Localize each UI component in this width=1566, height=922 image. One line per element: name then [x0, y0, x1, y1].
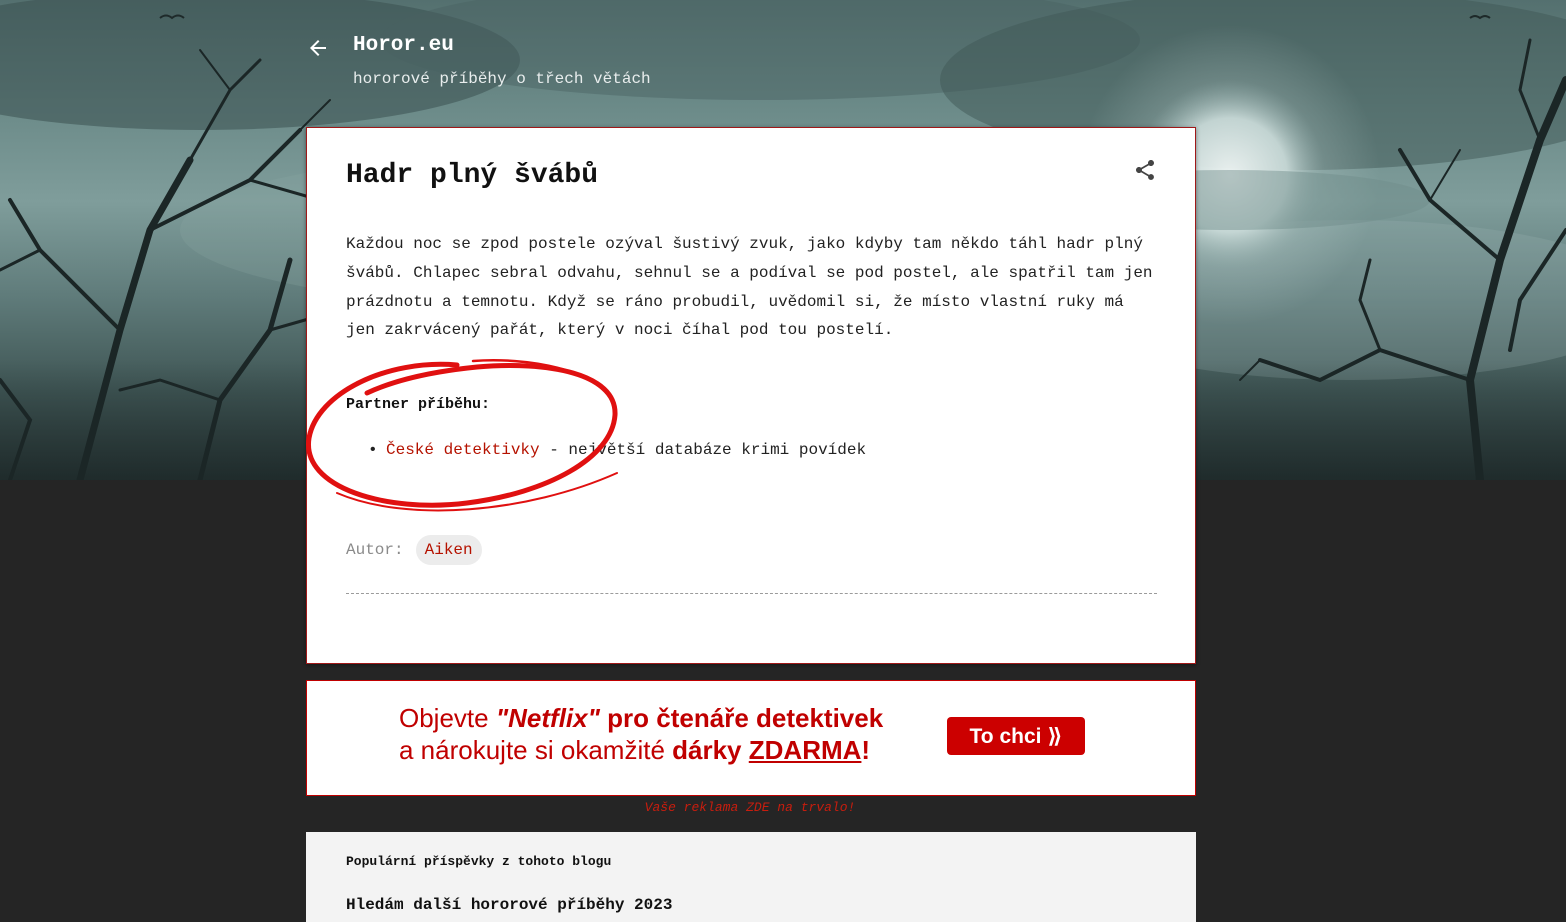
blog-subtitle: hororové příběhy o třech větách [353, 70, 651, 88]
popular-posts-section: Populární příspěvky z tohoto blogu Hledá… [306, 832, 1196, 922]
ad-line-2: a nárokujte si okamžité dárky ZDARMA! [399, 735, 870, 766]
partner-list-item: • České detektivky - největší databáze kr… [346, 441, 866, 459]
ad-line2-exclaim: ! [861, 735, 871, 765]
partner-description: - největší databáze krimi povídek [539, 441, 867, 459]
author-row: Autor: Aiken [346, 535, 482, 565]
ad-line2-part-a: a nárokujte si okamžité [399, 735, 673, 765]
post-divider [346, 593, 1157, 594]
ad-cta-button[interactable]: To chci ⟫ [947, 717, 1085, 755]
ad-line-1: Objevte "Netflix" pro čtenáře detektivek [399, 703, 883, 734]
post-card: Hadr plný švábů Každou noc se zpod poste… [306, 127, 1196, 664]
post-body: Každou noc se zpod postele ozýval šustiv… [346, 235, 1153, 340]
red-highlight-circle [306, 359, 618, 512]
ad-banner[interactable]: Objevte "Netflix" pro čtenáře detektivek… [306, 680, 1196, 796]
ad-line2-space [742, 735, 749, 765]
partner-label: Partner příběhu: [346, 396, 491, 413]
ad-line2-gifts: dárky [672, 735, 742, 765]
blog-title[interactable]: Horor.eu [353, 34, 454, 57]
popular-posts-heading: Populární příspěvky z tohoto blogu [346, 854, 612, 869]
popular-post-title[interactable]: Hledám další hororové příběhy 2023 [346, 896, 672, 914]
arrow-left-icon[interactable] [306, 36, 330, 60]
ad-line1-part-c: pro čtenáře detektivek [599, 703, 884, 733]
ad-line1-netflix: "Netflix" [495, 703, 600, 733]
ad-line1-part-a: Objevte [399, 703, 496, 733]
partner-link[interactable]: České detektivky [386, 441, 540, 459]
share-icon[interactable] [1133, 158, 1157, 182]
partner-list: • České detektivky - největší databáze kr… [346, 441, 866, 459]
ad-line2-free: ZDARMA [748, 735, 862, 765]
post-title: Hadr plný švábů [346, 160, 599, 191]
ad-promo-link[interactable]: Vaše reklama ZDE na trvalo! [306, 800, 1194, 815]
bullet-icon: • [368, 441, 378, 459]
author-label: Autor: [346, 541, 404, 559]
author-chip[interactable]: Aiken [415, 535, 482, 565]
